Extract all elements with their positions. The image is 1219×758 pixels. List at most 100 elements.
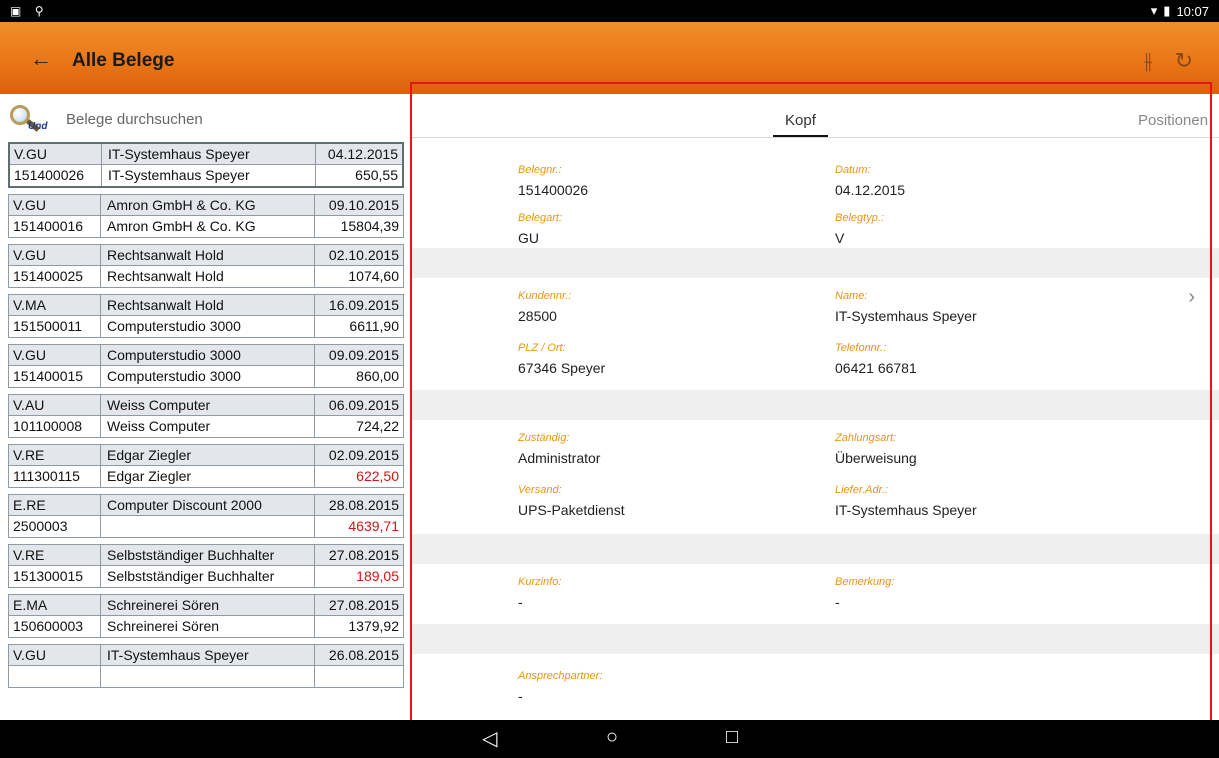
list-item-row-top: V.GU Computerstudio 3000 09.09.2015 (9, 345, 403, 366)
document-list-pane: Und Belege durchsuchen V.GU IT-Systemhaus… (0, 94, 410, 720)
section-abwicklung: Zuständig: Administrator Zahlungsart: Üb… (410, 420, 1219, 534)
list-item-row-bottom: 151400015 Computerstudio 3000 860,00 (9, 366, 403, 387)
document-list-item[interactable]: V.MA Rechtsanwalt Hold 16.09.2015 151500011… (8, 294, 404, 338)
nav-recents-icon[interactable]: □ (726, 726, 738, 749)
back-arrow-icon[interactable]: ← (30, 46, 52, 72)
section-divider (410, 624, 1219, 654)
document-recipient: Weiss Computer (101, 416, 315, 437)
list-item-row-top: V.RE Selbstständiger Buchhalter 27.08.2015 (9, 545, 403, 566)
name-value: IT-Systemhaus Speyer (835, 308, 977, 324)
document-date: 09.10.2015 (328, 197, 399, 213)
document-number: 151300015 (9, 566, 101, 587)
document-list-item[interactable]: V.GU Amron GmbH & Co. KG 09.10.2015 1514000… (8, 194, 404, 238)
document-party: Weiss Computer (101, 395, 315, 415)
refresh-icon[interactable]: ↻ (1175, 48, 1193, 74)
filter-sliders-icon[interactable]: ⫳ (1144, 48, 1153, 74)
field-name: Name: IT-Systemhaus Speyer (835, 290, 977, 324)
document-party: Schreinerei Sören (101, 595, 315, 615)
document-recipient (101, 666, 315, 687)
document-list: V.GU IT-Systemhaus Speyer 04.12.2015 151400… (8, 142, 404, 694)
document-party: Rechtsanwalt Hold (101, 245, 315, 265)
document-list-item[interactable]: V.GU Computerstudio 3000 09.09.2015 1514000… (8, 344, 404, 388)
status-bar: ▣ ⚲ ▾ ▮ 10:07 (0, 0, 1219, 22)
field-belegart: Belegart: GU (518, 212, 562, 246)
list-item-row-bottom: 111300115 Edgar Ziegler 622,50 (9, 466, 403, 487)
list-item-row-bottom: 151400016 Amron GmbH & Co. KG 15804,39 (9, 216, 403, 237)
document-list-item[interactable]: E.MA Schreinerei Sören 27.08.2015 150600003… (8, 594, 404, 638)
document-date: 09.09.2015 (328, 347, 399, 363)
list-item-row-top: V.RE Edgar Ziegler 02.09.2015 (9, 445, 403, 466)
document-amount: 622,50 (356, 468, 399, 484)
belegtyp-value: V (835, 230, 845, 246)
zahlungsart-value: Überweisung (835, 450, 917, 466)
field-ansprechpartner: Ansprechpartner: - (518, 670, 602, 704)
document-date: 04.12.2015 (327, 146, 398, 162)
field-telefon: Telefonnr.: 06421 66781 (835, 342, 917, 376)
document-recipient: Amron GmbH & Co. KG (101, 216, 315, 237)
ansprech-value: - (518, 688, 523, 704)
section-divider (410, 390, 1219, 420)
bemerkung-label: Bemerkung: (835, 576, 895, 588)
kundennr-value: 28500 (518, 308, 557, 324)
nav-back-icon[interactable]: ◁ (482, 726, 497, 751)
document-list-item[interactable]: V.GU Rechtsanwalt Hold 02.10.2015 151400025… (8, 244, 404, 288)
document-number: 151400016 (9, 216, 101, 237)
document-amount: 15804,39 (340, 218, 399, 234)
zahlungsart-label: Zahlungsart: (835, 432, 897, 444)
zustaendig-value: Administrator (518, 450, 601, 466)
document-number: 151400025 (9, 266, 101, 287)
lieferadr-label: Liefer.Adr.: (835, 484, 888, 496)
document-number: 151400015 (9, 366, 101, 387)
document-list-item[interactable]: V.GU IT-Systemhaus Speyer 04.12.2015 151400… (8, 142, 404, 188)
document-recipient: Selbstständiger Buchhalter (101, 566, 315, 587)
kurzinfo-label: Kurzinfo: (518, 576, 562, 588)
document-list-item[interactable]: V.RE Edgar Ziegler 02.09.2015 111300115 Edga… (8, 444, 404, 488)
field-belegtyp: Belegtyp.: V (835, 212, 884, 246)
search-placeholder[interactable]: Belege durchsuchen (66, 111, 203, 128)
document-date: 02.10.2015 (328, 247, 399, 263)
document-recipient: Computerstudio 3000 (101, 366, 315, 387)
document-number: 151500011 (9, 316, 101, 337)
section-info: Kurzinfo: - Bemerkung: - (410, 564, 1219, 624)
tab-positionen[interactable]: Positionen (1138, 112, 1208, 129)
datum-label: Datum: (835, 164, 871, 176)
section-divider (410, 248, 1219, 278)
list-item-row-top: V.GU Amron GmbH & Co. KG 09.10.2015 (9, 195, 403, 216)
lieferadr-value: IT-Systemhaus Speyer (835, 502, 977, 518)
versand-value: UPS-Paketdienst (518, 502, 625, 518)
list-item-row-top: V.MA Rechtsanwalt Hold 16.09.2015 (9, 295, 403, 316)
document-list-item[interactable]: V.AU Weiss Computer 06.09.2015 101100008 Wei… (8, 394, 404, 438)
field-zahlungsart: Zahlungsart: Überweisung (835, 432, 917, 466)
document-type: V.RE (9, 445, 101, 465)
ansprech-label: Ansprechpartner: (518, 670, 603, 682)
document-list-item[interactable]: V.GU IT-Systemhaus Speyer 26.08.2015 (8, 644, 404, 688)
belegnr-label: Belegnr.: (518, 164, 562, 176)
document-type: V.GU (9, 245, 101, 265)
versand-label: Versand: (518, 484, 562, 496)
list-item-row-bottom: 150600003 Schreinerei Sören 1379,92 (9, 616, 403, 637)
section-divider (410, 534, 1219, 564)
belegart-label: Belegart: (518, 212, 563, 224)
list-item-row-top: V.GU Rechtsanwalt Hold 02.10.2015 (9, 245, 403, 266)
document-date: 26.08.2015 (328, 647, 399, 663)
telefon-label: Telefonnr.: (835, 342, 887, 354)
document-type: V.MA (9, 295, 101, 315)
search-icon[interactable]: Und (8, 103, 62, 135)
search-bar[interactable]: Und Belege durchsuchen (8, 102, 404, 136)
document-date: 16.09.2015 (328, 297, 399, 313)
document-detail-pane: Kopf Positionen Belegnr.: 151400026 Datu… (410, 94, 1219, 720)
status-icons-left: ▣ ⚲ (10, 4, 53, 18)
nav-home-icon[interactable]: ○ (606, 726, 618, 749)
section-ansprechpartner: Ansprechpartner: - (410, 654, 1219, 714)
list-item-row-bottom: 151500011 Computerstudio 3000 6611,90 (9, 316, 403, 337)
list-item-row-top: V.GU IT-Systemhaus Speyer 04.12.2015 (10, 144, 402, 165)
tab-kopf[interactable]: Kopf (773, 112, 828, 137)
section-kunde[interactable]: › Kundennr.: 28500 Name: IT-Systemhaus S… (410, 278, 1219, 390)
list-item-row-bottom (9, 666, 403, 687)
document-list-item[interactable]: E.RE Computer Discount 2000 28.08.2015 2500… (8, 494, 404, 538)
battery-icon: ▮ (1163, 3, 1171, 18)
chevron-right-icon[interactable]: › (1188, 286, 1195, 309)
document-recipient: Schreinerei Sören (101, 616, 315, 637)
document-list-item[interactable]: V.RE Selbstständiger Buchhalter 27.08.2015… (8, 544, 404, 588)
document-type: E.RE (9, 495, 101, 515)
